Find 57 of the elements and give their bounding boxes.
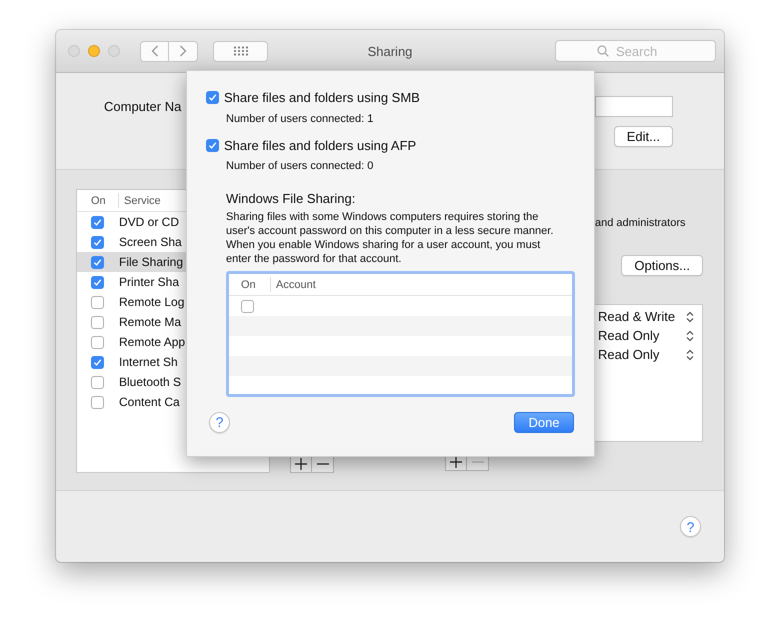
status-text: Number of users connected: 1 bbox=[226, 112, 374, 125]
stepper-icon[interactable] bbox=[686, 348, 694, 360]
service-name[interactable]: File Sharing bbox=[119, 255, 184, 269]
checkbox[interactable] bbox=[91, 256, 104, 268]
service-name[interactable]: Content Ca bbox=[119, 395, 180, 409]
edit-button[interactable]: Edit... bbox=[614, 126, 673, 147]
checkbox[interactable] bbox=[91, 216, 104, 228]
service-name[interactable]: Internet Sh bbox=[119, 355, 178, 369]
checkbox[interactable] bbox=[206, 91, 219, 104]
checkbox[interactable] bbox=[91, 376, 104, 388]
column-header[interactable]: Service bbox=[119, 194, 161, 206]
permission-value[interactable]: Read Only bbox=[598, 328, 660, 343]
column-header[interactable]: On bbox=[77, 193, 119, 208]
section-heading: Windows File Sharing: bbox=[226, 191, 356, 206]
column-header[interactable]: On bbox=[229, 277, 271, 292]
window-title: Sharing bbox=[368, 44, 412, 58]
checkbox[interactable] bbox=[91, 336, 104, 348]
checkbox[interactable] bbox=[91, 316, 104, 328]
help-button[interactable]: ? bbox=[680, 516, 701, 537]
service-name[interactable]: DVD or CD bbox=[119, 215, 180, 229]
options-button[interactable]: Options... bbox=[621, 255, 703, 276]
help-button[interactable]: ? bbox=[209, 412, 230, 433]
permission-value[interactable]: Read Only bbox=[598, 347, 660, 362]
checkbox[interactable] bbox=[91, 396, 104, 408]
field-label: Computer Na bbox=[104, 98, 182, 114]
service-name[interactable]: Remote App bbox=[119, 335, 186, 349]
plus-icon bbox=[450, 456, 462, 468]
plus-icon bbox=[295, 458, 307, 470]
show-all-button[interactable] bbox=[213, 40, 268, 62]
forward-button[interactable] bbox=[169, 40, 198, 62]
status-text: Number of users connected: 0 bbox=[226, 160, 374, 172]
chevron-left-icon bbox=[150, 45, 158, 57]
service-name[interactable]: Bluetooth S bbox=[119, 375, 182, 389]
service-name[interactable]: Remote Log bbox=[119, 295, 184, 309]
service-name[interactable]: Printer Sha bbox=[119, 275, 180, 289]
stepper-icon[interactable] bbox=[686, 330, 694, 342]
access-note: and administrators bbox=[595, 217, 686, 229]
chevron-right-icon bbox=[179, 45, 187, 57]
permission-value[interactable]: Read & Write bbox=[598, 309, 676, 324]
minimize-button[interactable] bbox=[88, 45, 100, 57]
checkbox[interactable] bbox=[91, 356, 104, 368]
service-name[interactable]: Screen Sha bbox=[119, 235, 182, 249]
checkbox-label[interactable]: Share files and folders using SMB bbox=[224, 90, 420, 106]
column-header[interactable]: Account bbox=[271, 278, 316, 291]
checkbox[interactable] bbox=[91, 276, 104, 288]
checkbox[interactable] bbox=[206, 139, 219, 152]
grid-icon bbox=[232, 46, 248, 56]
checkbox-label[interactable]: Share files and folders using AFP bbox=[224, 138, 416, 154]
search-field[interactable]: Search bbox=[555, 40, 716, 62]
checkbox[interactable] bbox=[241, 300, 254, 313]
service-name[interactable]: Remote Ma bbox=[119, 315, 182, 329]
back-button[interactable] bbox=[140, 40, 169, 62]
computer-name-field[interactable] bbox=[595, 96, 673, 116]
checkbox[interactable] bbox=[91, 296, 104, 308]
stepper-icon[interactable] bbox=[686, 310, 694, 322]
description-text: Sharing files with some Windows computers requires storing the user's account password on this computer in a less secure manner. When you enable Windows sharing for a user account, you must enter the password for that account. bbox=[226, 210, 554, 266]
checkbox[interactable] bbox=[91, 236, 104, 248]
